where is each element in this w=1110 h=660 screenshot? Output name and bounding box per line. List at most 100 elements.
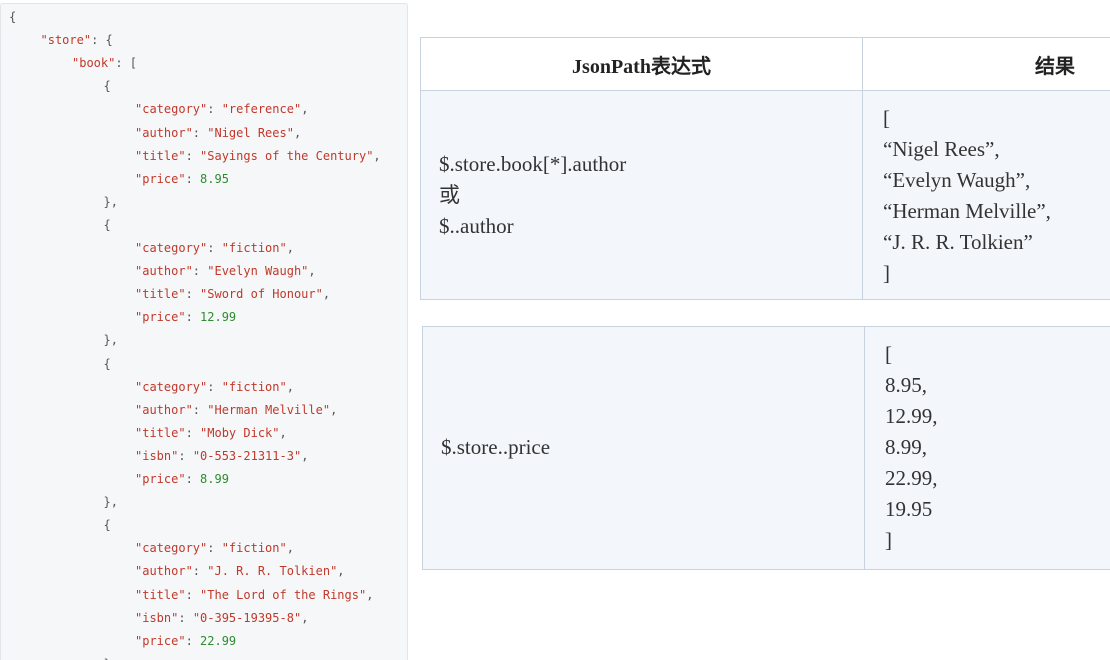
- code-line: "author": "J. R. R. Tolkien",: [135, 562, 345, 580]
- code-token-punct: {: [9, 10, 17, 24]
- code-token-str: "The Lord of the Rings": [200, 587, 367, 602]
- code-token-str: "Evelyn Waugh": [207, 264, 309, 279]
- code-token-punct: :: [185, 171, 201, 186]
- code-token-punct: {: [103, 79, 111, 94]
- code-token-str: "0-553-21311-3": [192, 448, 302, 463]
- code-token-key: "isbn": [135, 610, 179, 625]
- header-expression-label: JsonPath表达式: [572, 55, 711, 78]
- code-token-key: "book": [72, 56, 116, 71]
- code-line: {: [104, 216, 111, 234]
- code-token-str: "fiction": [221, 241, 287, 255]
- code-token-punct: ,: [301, 610, 309, 625]
- code-line: {: [104, 77, 111, 95]
- code-token-punct: },: [103, 495, 118, 510]
- code-line: "author": "Evelyn Waugh",: [135, 262, 316, 280]
- json-code-panel: { "store": { "book": [ { "category": "refere…: [0, 3, 408, 660]
- code-token-punct: },: [103, 194, 118, 209]
- code-token-punct: :: [207, 241, 222, 255]
- code-token-punct: :: [178, 610, 193, 625]
- row-1-expression-cell: $.store.book[*].author 或 $..author: [420, 90, 863, 300]
- code-token-num: 12.99: [200, 310, 237, 325]
- code-token-key: "title": [135, 587, 186, 602]
- code-token-punct: ,: [308, 264, 316, 279]
- header-expression: JsonPath表达式: [420, 37, 863, 91]
- code-line: "price": 12.99: [135, 308, 236, 326]
- code-token-punct: ,: [286, 379, 294, 394]
- code-line: "price": 8.95: [135, 170, 229, 188]
- code-token-num: 22.99: [200, 633, 237, 648]
- code-token-key: "category": [135, 541, 208, 556]
- code-token-key: "store": [40, 33, 92, 48]
- code-token-punct: :: [207, 102, 222, 117]
- code-token-str: "reference": [221, 102, 302, 117]
- code-token-punct: :: [192, 402, 208, 417]
- code-line: },: [104, 493, 118, 511]
- code-token-str: "0-395-19395-8": [192, 610, 302, 625]
- code-token-punct: {: [103, 217, 111, 232]
- code-token-punct: :: [192, 264, 208, 279]
- code-token-punct: ,: [301, 102, 309, 117]
- code-line: },: [104, 193, 118, 211]
- code-line: "author": "Herman Melville",: [135, 401, 337, 419]
- code-token-str: "Sayings of the Century": [200, 148, 374, 163]
- code-token-str: "Moby Dick": [200, 425, 280, 440]
- code-line: "category": "reference",: [135, 100, 308, 118]
- row-1-result-cell: [ “Nigel Rees”, “Evelyn Waugh”, “Herman …: [862, 90, 1110, 300]
- code-token-str: "J. R. R. Tolkien": [207, 564, 338, 579]
- code-token-punct: {: [103, 518, 111, 533]
- code-token-key: "title": [135, 425, 186, 440]
- table-gap: [420, 300, 1110, 326]
- code-token-punct: :: [185, 310, 201, 325]
- code-token-punct: ,: [286, 541, 294, 556]
- result-line: “Nigel Rees”,: [883, 137, 1000, 161]
- code-token-punct: ,: [279, 425, 287, 440]
- code-line: "category": "fiction",: [135, 378, 294, 396]
- code-line: {: [104, 516, 111, 534]
- code-line: "title": "Sayings of the Century",: [135, 147, 381, 165]
- code-token-punct: ,: [293, 125, 302, 140]
- code-token-punct: ,: [301, 448, 309, 463]
- code-line: "isbn": "0-553-21311-3",: [135, 447, 308, 465]
- code-line: },: [104, 331, 118, 349]
- result-line: 12.99,: [885, 404, 938, 428]
- code-token-key: "author": [135, 564, 193, 579]
- code-token-punct: ,: [373, 148, 381, 163]
- code-token-punct: : [: [115, 56, 138, 71]
- code-token-punct: {: [103, 356, 111, 371]
- code-token-str: "fiction": [221, 541, 287, 556]
- code-line: }: [104, 655, 111, 660]
- result-line: [: [883, 106, 890, 130]
- result-line: “Evelyn Waugh”,: [883, 168, 1031, 192]
- code-token-key: "price": [135, 171, 186, 186]
- result-line: “J. R. R. Tolkien”: [883, 230, 1033, 254]
- result-line: ]: [883, 261, 890, 285]
- code-line: "price": 8.99: [135, 470, 229, 488]
- code-token-punct: :: [207, 541, 222, 556]
- code-line: "isbn": "0-395-19395-8",: [135, 609, 308, 627]
- code-token-punct: : {: [91, 33, 113, 48]
- code-line: "store": {: [41, 31, 113, 49]
- code-line: "category": "fiction",: [135, 239, 294, 257]
- code-token-key: "author": [135, 264, 193, 279]
- code-token-key: "author": [135, 402, 193, 417]
- code-token-key: "category": [135, 102, 208, 117]
- row-2-expression-cell: $.store..price: [422, 326, 865, 570]
- code-token-punct: :: [185, 633, 201, 648]
- code-line: "price": 22.99: [135, 632, 236, 650]
- row-2-expression: $.store..price: [441, 432, 550, 463]
- code-token-num: 8.95: [200, 171, 229, 186]
- code-token-punct: :: [185, 148, 201, 163]
- expression-line: $..author: [439, 214, 514, 238]
- code-token-key: "category": [135, 241, 208, 255]
- code-line: "title": "Moby Dick",: [135, 424, 287, 442]
- row-1-result: [ “Nigel Rees”, “Evelyn Waugh”, “Herman …: [883, 103, 1051, 289]
- result-line: ]: [885, 528, 892, 552]
- code-line: {: [104, 355, 111, 373]
- code-token-punct: ,: [337, 564, 345, 579]
- code-token-punct: :: [192, 125, 208, 140]
- row-1-expression: $.store.book[*].author 或 $..author: [439, 149, 626, 242]
- code-line: "book": [: [72, 54, 137, 72]
- code-token-punct: :: [185, 472, 201, 486]
- code-token-key: "price": [135, 472, 186, 486]
- code-token-punct: ,: [366, 587, 374, 602]
